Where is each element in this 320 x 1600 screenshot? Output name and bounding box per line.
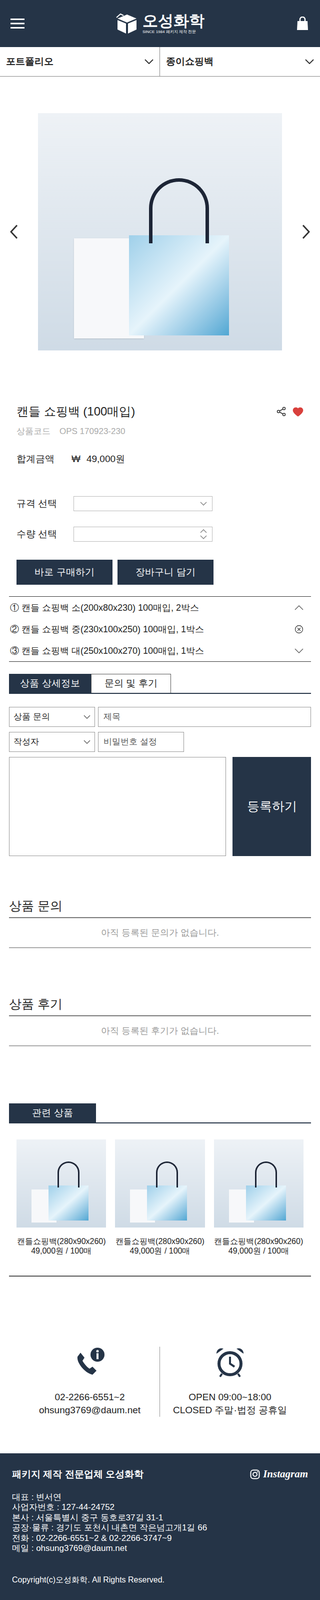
footer-line: 공장·물류 : 경기도 포천시 내촌면 작은넘고개1길 66 — [12, 1521, 308, 1532]
share-icon[interactable] — [276, 406, 287, 416]
footer-line: 전화 : 02-2266-6551~2 & 02-2266-3747~9 — [12, 1531, 308, 1542]
menu-icon[interactable] — [10, 16, 25, 31]
title-input[interactable] — [98, 706, 311, 726]
related-products: 관련 상품 캔들쇼핑백(280x90x260)49,000원 / 100매캔들쇼… — [0, 1102, 320, 1275]
portfolio-select[interactable]: 포트폴리오 — [0, 47, 160, 76]
category-select[interactable]: 종이쇼핑백 — [160, 47, 320, 76]
selected-item-text: ② 캔들 쇼핑백 중(230x100x250) 100매입, 1박스 — [10, 623, 204, 634]
product-gallery — [0, 113, 320, 350]
section-title: 상품 후기 — [9, 995, 311, 1015]
quantity-input[interactable] — [73, 526, 213, 541]
business-hours: OPEN 09:00~18:00 — [188, 1389, 271, 1402]
logo[interactable]: 오성화학 SINCE 1984 패키지 제작 전문 — [115, 12, 205, 35]
related-product-name: 캔들쇼핑백(280x90x260) — [17, 1235, 106, 1245]
next-arrow-icon[interactable] — [300, 221, 312, 242]
submit-button[interactable]: 등록하기 — [232, 756, 311, 855]
contact-phone: 02-2266-6551~2 — [55, 1389, 125, 1402]
logo-tagline: SINCE 1984 패키지 제작 전문 — [142, 29, 205, 35]
related-product-price: 49,000원 / 100매 — [31, 1244, 92, 1254]
footer-company: 패키지 제작 전문업체 오성화학 — [12, 1466, 144, 1479]
related-title: 관련 상품 — [9, 1102, 96, 1121]
total-price: 49,000원 — [86, 453, 125, 464]
detail-tab[interactable]: 상품 상세정보 — [9, 673, 91, 692]
chevron-down-icon — [83, 739, 91, 743]
category-value: 상품 문의 — [13, 709, 50, 723]
author-select[interactable]: 작성자 — [9, 731, 95, 751]
selected-item-text: ① 캔들 쇼핑백 소(200x80x230) 100매입, 2박스 — [10, 601, 199, 613]
filter-label: 종이쇼핑백 — [166, 54, 214, 69]
instagram-link[interactable]: Instagram — [250, 1464, 308, 1481]
size-select[interactable] — [73, 495, 213, 511]
chevron-down-icon — [144, 59, 154, 64]
heart-icon[interactable] — [292, 406, 304, 416]
footer-line: 사업자번호 : 127-44-24752 — [12, 1500, 308, 1511]
review-section: 상품 후기 아직 등록된 후기가 없습니다. — [9, 995, 311, 1045]
remove-icon[interactable] — [294, 623, 304, 634]
contact-email: ohsung3769@daum.net — [39, 1402, 141, 1415]
prev-arrow-icon[interactable] — [8, 221, 20, 242]
site-header: 오성화학 SINCE 1984 패키지 제작 전문 — [0, 0, 320, 47]
product-info: 캔들 쇼핑백 (100매입) 상품코드 OPS 170923-230 합계금액 … — [0, 404, 320, 584]
detail-tabs: 상품 상세정보문의 및 후기 — [9, 673, 311, 693]
author-value: 작성자 — [13, 734, 39, 748]
inquiry-section: 상품 문의 아직 등록된 문의가 없습니다. — [9, 897, 311, 947]
closed-days: CLOSED 주말·법정 공휴일 — [173, 1402, 287, 1415]
inquiry-form: 상품 문의 작성자 등록하기 — [9, 706, 311, 855]
product-code: OPS 170923-230 — [59, 426, 125, 436]
filter-label: 포트폴리오 — [6, 54, 54, 69]
expand-icon[interactable] — [294, 645, 304, 655]
product-title: 캔들 쇼핑백 (100매입) — [16, 404, 135, 418]
related-product-image — [115, 1138, 205, 1226]
instagram-icon — [250, 1467, 260, 1478]
selected-items: ① 캔들 쇼핑백 소(200x80x230) 100매입, 2박스 ② 캔들 쇼핑… — [9, 595, 311, 661]
related-product[interactable]: 캔들쇼핑백(280x90x260)49,000원 / 100매 — [16, 1138, 106, 1254]
related-product[interactable]: 캔들쇼핑백(280x90x260)49,000원 / 100매 — [115, 1138, 205, 1254]
spinner-icon — [200, 528, 207, 539]
code-label: 상품코드 — [16, 426, 51, 436]
currency: ₩ — [71, 453, 81, 464]
related-product-image — [16, 1138, 106, 1226]
footer-line: 대표 : 변서연 — [12, 1490, 308, 1501]
message-textarea[interactable] — [9, 756, 226, 855]
related-product-name: 캔들쇼핑백(280x90x260) — [214, 1235, 303, 1245]
category-select[interactable]: 상품 문의 — [9, 706, 95, 726]
selected-item-text: ③ 캔들 쇼핑백 대(250x100x270) 100매입, 1박스 — [10, 644, 204, 656]
chevron-down-icon — [83, 714, 91, 718]
selected-item: ③ 캔들 쇼핑백 대(250x100x270) 100매입, 1박스 — [9, 639, 311, 661]
clock-icon — [214, 1345, 246, 1376]
selected-item: ① 캔들 쇼핑백 소(200x80x230) 100매입, 2박스 — [9, 596, 311, 618]
filter-bar: 포트폴리오 종이쇼핑백 — [0, 47, 320, 77]
bag-icon[interactable] — [295, 16, 310, 31]
box-logo-icon — [115, 12, 139, 35]
chevron-down-icon — [200, 501, 207, 505]
detail-tab[interactable]: 문의 및 후기 — [91, 673, 171, 692]
related-product[interactable]: 캔들쇼핑백(280x90x260)49,000원 / 100매 — [214, 1138, 304, 1254]
total-label: 합계금액 — [16, 453, 72, 464]
logo-name: 오성화학 — [142, 12, 205, 30]
related-product-price: 49,000원 / 100매 — [130, 1244, 191, 1254]
collapse-icon[interactable] — [294, 602, 304, 612]
buy-now-button[interactable]: 바로 구매하기 — [16, 559, 113, 584]
size-label: 규격 선택 — [16, 496, 74, 511]
add-to-cart-button[interactable]: 장바구니 담기 — [117, 559, 214, 584]
copyright: Copyright(c)오성화학. All Rights Reserved. — [12, 1573, 308, 1583]
related-product-name: 캔들쇼핑백(280x90x260) — [115, 1235, 205, 1245]
phone-info-icon — [73, 1345, 107, 1376]
related-product-image — [214, 1138, 304, 1226]
section-title: 상품 문의 — [9, 897, 311, 917]
contact-info: 02-2266-6551~2 ohsung3769@daum.net OPEN … — [20, 1345, 300, 1415]
site-footer: 패키지 제작 전문업체 오성화학 Instagram 대표 : 변서연사업자번호… — [0, 1451, 320, 1598]
quantity-label: 수량 선택 — [16, 526, 74, 541]
related-product-price: 49,000원 / 100매 — [228, 1244, 289, 1254]
chevron-down-icon — [305, 59, 314, 64]
password-input[interactable] — [98, 731, 184, 751]
empty-message: 아직 등록된 후기가 없습니다. — [9, 1015, 311, 1045]
selected-item: ② 캔들 쇼핑백 중(230x100x250) 100매입, 1박스 — [9, 617, 311, 639]
product-image — [38, 113, 282, 350]
instagram-label: Instagram — [263, 1464, 308, 1481]
footer-line: 본사 : 서울특별시 중구 동호로37길 31-1 — [12, 1511, 308, 1522]
footer-line: 메일 : ohsung3769@daum.net — [12, 1541, 308, 1552]
empty-message: 아직 등록된 문의가 없습니다. — [9, 917, 311, 947]
